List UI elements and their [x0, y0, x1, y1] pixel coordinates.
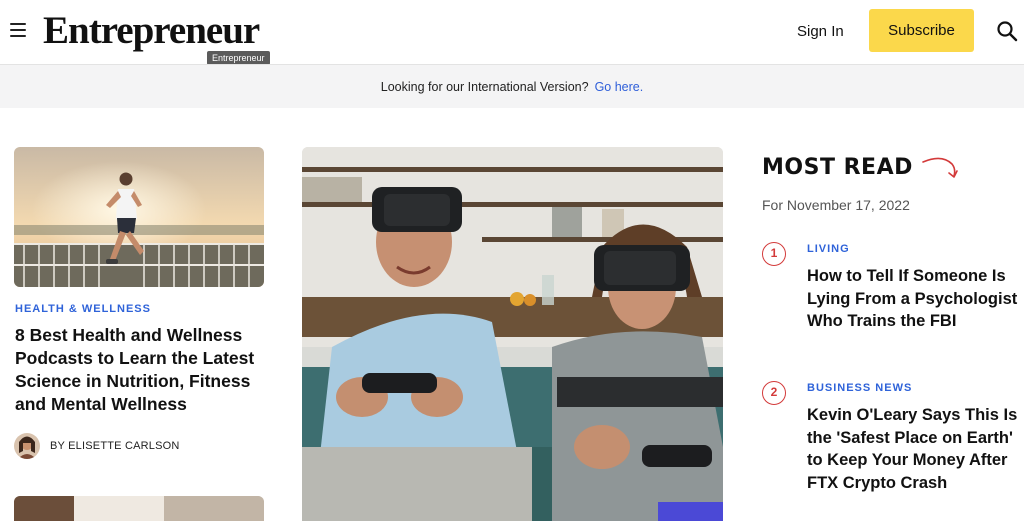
search-icon[interactable]: [996, 20, 1018, 42]
second-article-image[interactable]: [14, 496, 264, 521]
author-name[interactable]: BY ELISETTE CARLSON: [50, 440, 180, 452]
international-link[interactable]: Go here.: [595, 80, 644, 94]
logo-tooltip: Entrepreneur: [207, 51, 270, 65]
site-logo[interactable]: Entrepreneur: [43, 8, 260, 53]
sign-in-link[interactable]: Sign In: [797, 23, 844, 40]
hamburger-menu-icon[interactable]: [10, 23, 26, 37]
international-banner: Looking for our International Version? Go…: [0, 64, 1024, 108]
subscribe-button[interactable]: Subscribe: [869, 9, 974, 52]
most-read-headline-2[interactable]: Kevin O'Leary Says This Is the 'Safest P…: [807, 404, 1022, 494]
author-byline: BY ELISETTE CARLSON: [14, 432, 180, 459]
vr-gaming-article-image[interactable]: [302, 147, 723, 521]
international-banner-text: Looking for our International Version?: [380, 80, 589, 94]
runner-article-image[interactable]: [14, 147, 264, 287]
curved-arrow-icon: [922, 157, 958, 178]
rank-badge-2: 2: [762, 381, 786, 405]
article-category[interactable]: HEALTH & WELLNESS: [15, 303, 151, 315]
most-read-category-1[interactable]: LIVING: [807, 243, 850, 255]
most-read-date: For November 17, 2022: [762, 197, 910, 213]
site-header: Entrepreneur Entrepreneur Sign In Subscr…: [0, 0, 1024, 65]
author-avatar: [14, 432, 40, 459]
article-headline[interactable]: 8 Best Health and Wellness Podcasts to L…: [15, 324, 265, 416]
most-read-category-2[interactable]: BUSINESS NEWS: [807, 382, 912, 394]
most-read-headline-1[interactable]: How to Tell If Someone Is Lying From a P…: [807, 265, 1022, 333]
rank-badge-1: 1: [762, 242, 786, 266]
most-read-title: MOST READ: [762, 155, 913, 180]
